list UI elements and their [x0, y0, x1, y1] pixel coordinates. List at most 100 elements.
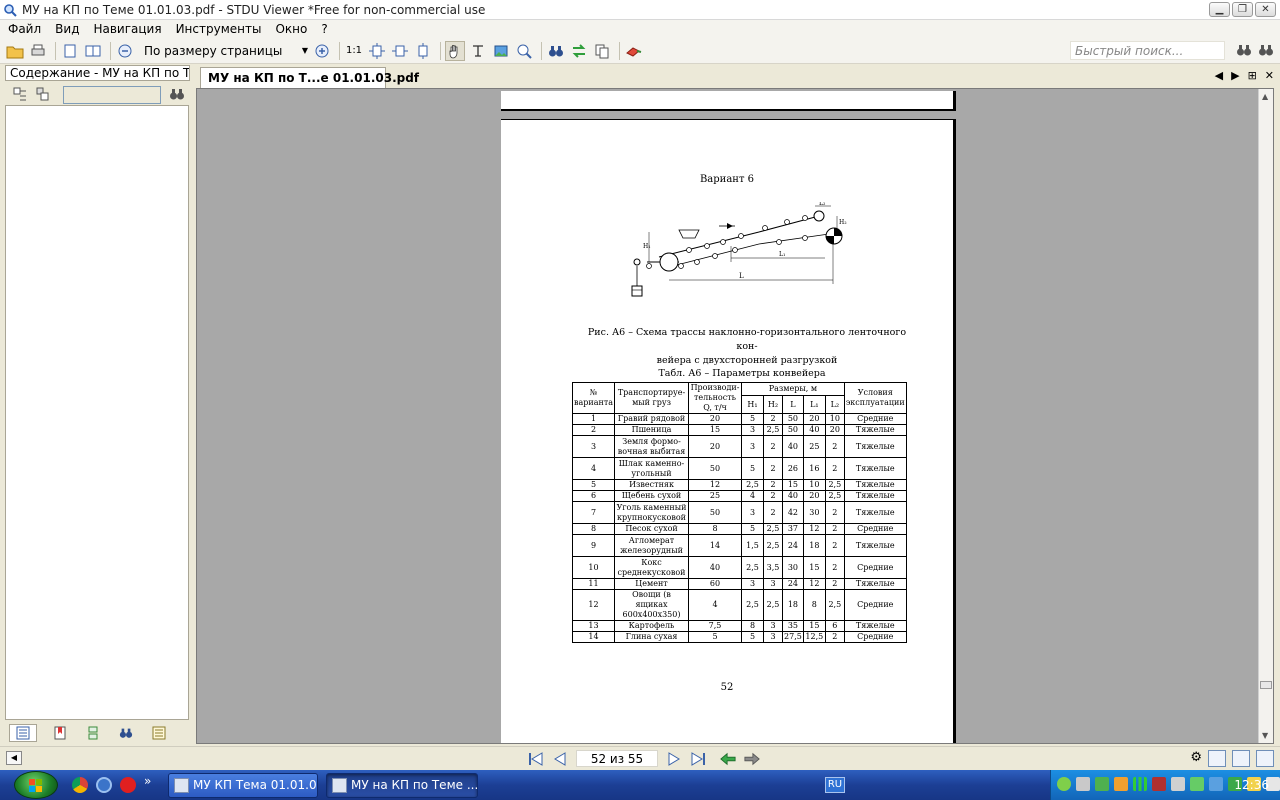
cell-variant-no: 2: [571, 424, 616, 436]
cell-h2: 2: [763, 479, 784, 491]
copy-icon[interactable]: [592, 41, 612, 61]
next-page-icon[interactable]: [666, 751, 682, 767]
select-image-icon[interactable]: [491, 41, 511, 61]
continuous-view-icon[interactable]: [1232, 750, 1250, 767]
find-binoculars-icon[interactable]: [546, 41, 566, 61]
fit-height-icon[interactable]: [413, 41, 433, 61]
tray-app-icon[interactable]: [1076, 777, 1090, 791]
browser-icon[interactable]: [96, 777, 112, 793]
tray-app-icon[interactable]: [1095, 777, 1109, 791]
tray-app-icon[interactable]: [1171, 777, 1185, 791]
page-indicator-input[interactable]: 52 из 55: [576, 750, 658, 767]
taskbar-item-label: МУ КП Тема 01.01.0...: [193, 778, 318, 792]
hand-tool-icon[interactable]: [445, 40, 465, 61]
tab-next-icon[interactable]: ▶: [1231, 69, 1239, 82]
zoom-tool-icon[interactable]: [514, 41, 534, 61]
contents-panel-tab[interactable]: Содержание - МУ на КП по Теме: [5, 65, 190, 81]
highlight-icon[interactable]: [624, 41, 644, 61]
menu-navigation[interactable]: Навигация: [88, 22, 170, 36]
single-page-view-icon[interactable]: [1208, 750, 1226, 767]
menu-file[interactable]: Файл: [3, 22, 50, 36]
toggle-panel-icon[interactable]: ◀: [6, 751, 22, 765]
menu-tools[interactable]: Инструменты: [171, 22, 271, 36]
contents-find-icon[interactable]: [169, 86, 185, 105]
cell-h2: 2: [763, 457, 784, 480]
cell-conditions: Тяжелые: [843, 534, 907, 557]
two-pages-icon[interactable]: [83, 41, 103, 61]
actual-size-button[interactable]: 1:1: [344, 41, 364, 61]
pdf-page: Вариант 6 H₁ H₂ L₂ L₁ L Рис. А6 – Схема …: [501, 119, 956, 743]
menu-window[interactable]: Окно: [270, 22, 316, 36]
zoom-out-icon[interactable]: [115, 41, 135, 61]
tray-app-icon[interactable]: [1152, 777, 1166, 791]
fit-width-icon[interactable]: [390, 41, 410, 61]
swap-arrows-icon[interactable]: [569, 41, 589, 61]
document-viewer[interactable]: Вариант 6 H₁ H₂ L₂ L₁ L Рис. А6 – Схема …: [196, 88, 1274, 744]
tab-prev-icon[interactable]: ◀: [1215, 69, 1223, 82]
annotations-tab-icon[interactable]: [149, 724, 169, 742]
tray-app-icon[interactable]: [1190, 777, 1204, 791]
collapse-bookmarks-icon[interactable]: [35, 86, 51, 105]
cell-l1: 40: [802, 424, 826, 436]
start-button[interactable]: [14, 771, 58, 799]
search-tab-icon[interactable]: [116, 724, 136, 742]
header-sizes: Размеры, м: [741, 382, 845, 396]
prev-page-icon[interactable]: [552, 751, 568, 767]
single-page-icon[interactable]: [60, 41, 80, 61]
tray-network-icon[interactable]: [1133, 777, 1147, 791]
zoom-in-icon[interactable]: [312, 41, 332, 61]
search-options-icon[interactable]: [1258, 42, 1274, 61]
chrome-icon[interactable]: [72, 777, 88, 793]
history-back-icon[interactable]: [720, 751, 736, 767]
contents-tree[interactable]: [5, 105, 189, 720]
tab-list-icon[interactable]: ⊞: [1248, 69, 1257, 82]
select-text-icon[interactable]: [468, 41, 488, 61]
menu-help[interactable]: ?: [316, 22, 336, 36]
scroll-thumb[interactable]: [1260, 681, 1272, 689]
print-icon[interactable]: [28, 41, 48, 61]
settings-gear-icon[interactable]: ⚙: [1190, 750, 1202, 767]
menu-view[interactable]: Вид: [50, 22, 88, 36]
cell-l1: 25: [802, 435, 826, 458]
yandex-icon[interactable]: [120, 777, 136, 793]
tab-close-icon[interactable]: ✕: [1265, 69, 1274, 82]
fit-page-icon[interactable]: [367, 41, 387, 61]
contents-tab-icon[interactable]: [9, 724, 37, 742]
scroll-up-icon[interactable]: ▲: [1262, 92, 1268, 101]
contents-search-input[interactable]: [63, 86, 161, 104]
first-page-icon[interactable]: [528, 751, 544, 767]
tray-app-icon[interactable]: [1057, 777, 1071, 791]
cell-cargo: Кокс среднекусковой: [614, 556, 690, 579]
tray-app-icon[interactable]: [1114, 777, 1128, 791]
open-folder-icon[interactable]: [5, 41, 25, 61]
taskbar-item-stdu-viewer[interactable]: МУ на КП по Теме ...: [326, 773, 478, 798]
windows-logo-icon: [29, 779, 42, 792]
expand-bookmarks-icon[interactable]: [12, 86, 28, 105]
minimize-button[interactable]: ▁: [1209, 2, 1230, 17]
cell-productivity: 8: [688, 523, 743, 535]
cell-productivity: 50: [688, 501, 743, 524]
last-page-icon[interactable]: [690, 751, 706, 767]
taskbar-item-document[interactable]: МУ КП Тема 01.01.0...: [168, 773, 318, 798]
conveyor-parameters-table: № варианта Транспортируе-мый груз Произв…: [571, 382, 907, 643]
facing-view-icon[interactable]: [1256, 750, 1274, 767]
quick-search-input[interactable]: Быстрый поиск...: [1070, 41, 1225, 60]
scroll-down-icon[interactable]: ▼: [1262, 731, 1268, 740]
clock[interactable]: 12:36: [1234, 778, 1269, 792]
language-indicator[interactable]: RU: [825, 777, 845, 793]
thumbnails-tab-icon[interactable]: [83, 724, 103, 742]
quicklaunch-more-icon[interactable]: »: [144, 774, 151, 793]
cell-conditions: Тяжелые: [843, 435, 907, 458]
vertical-scrollbar[interactable]: ▲ ▼: [1258, 89, 1273, 743]
restore-button[interactable]: ❐: [1232, 2, 1253, 17]
bookmarks-tab-icon[interactable]: [50, 724, 70, 742]
zoom-mode-select[interactable]: По размеру страницы ▼: [138, 42, 308, 60]
history-forward-icon[interactable]: [744, 751, 760, 767]
cell-l: 37: [782, 523, 804, 535]
search-binoculars-icon[interactable]: [1236, 42, 1252, 61]
tray-app-icon[interactable]: [1209, 777, 1223, 791]
document-tab[interactable]: МУ на КП по Т...е 01.01.03.pdf: [200, 67, 419, 88]
table-row: 10 Кокс среднекусковой 40 2,5 3,5 30 15 2 Средни…: [571, 556, 907, 579]
cell-h2: 2: [763, 490, 784, 502]
close-button[interactable]: ✕: [1255, 2, 1276, 17]
